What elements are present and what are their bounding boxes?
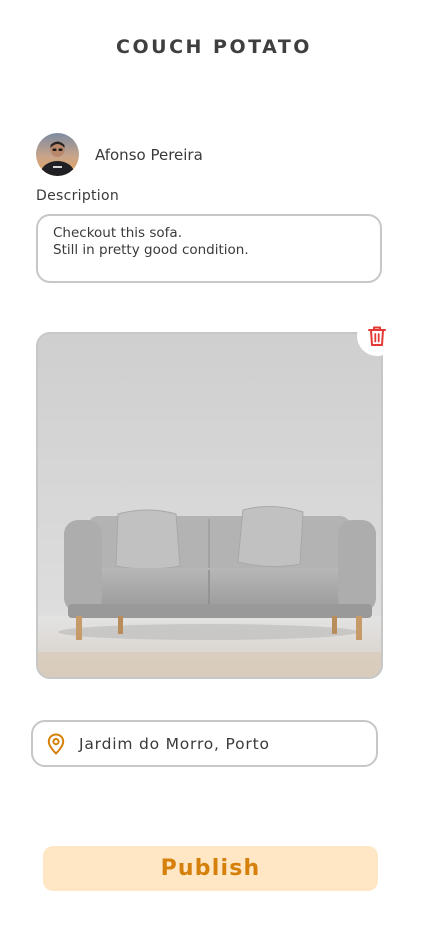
description-label: Description xyxy=(36,188,120,204)
author-row: Afonso Pereira xyxy=(36,133,203,176)
location-value: Jardim do Morro, Porto xyxy=(79,734,270,753)
listing-photo xyxy=(36,332,383,679)
description-textarea[interactable]: Checkout this sofa. Still in pretty good… xyxy=(36,214,382,283)
sofa-image xyxy=(38,334,381,677)
author-name: Afonso Pereira xyxy=(95,145,203,164)
description-line: Still in pretty good condition. xyxy=(53,242,249,258)
trash-icon xyxy=(368,326,386,346)
page-title: COUCH POTATO xyxy=(116,36,312,58)
description-line: Checkout this sofa. xyxy=(53,225,182,241)
publish-button[interactable]: Publish xyxy=(43,846,378,891)
map-pin-icon xyxy=(47,732,65,755)
avatar-image xyxy=(36,133,79,176)
location-field[interactable]: Jardim do Morro, Porto xyxy=(31,720,378,767)
avatar[interactable] xyxy=(36,133,79,176)
delete-photo-button[interactable] xyxy=(357,316,397,356)
